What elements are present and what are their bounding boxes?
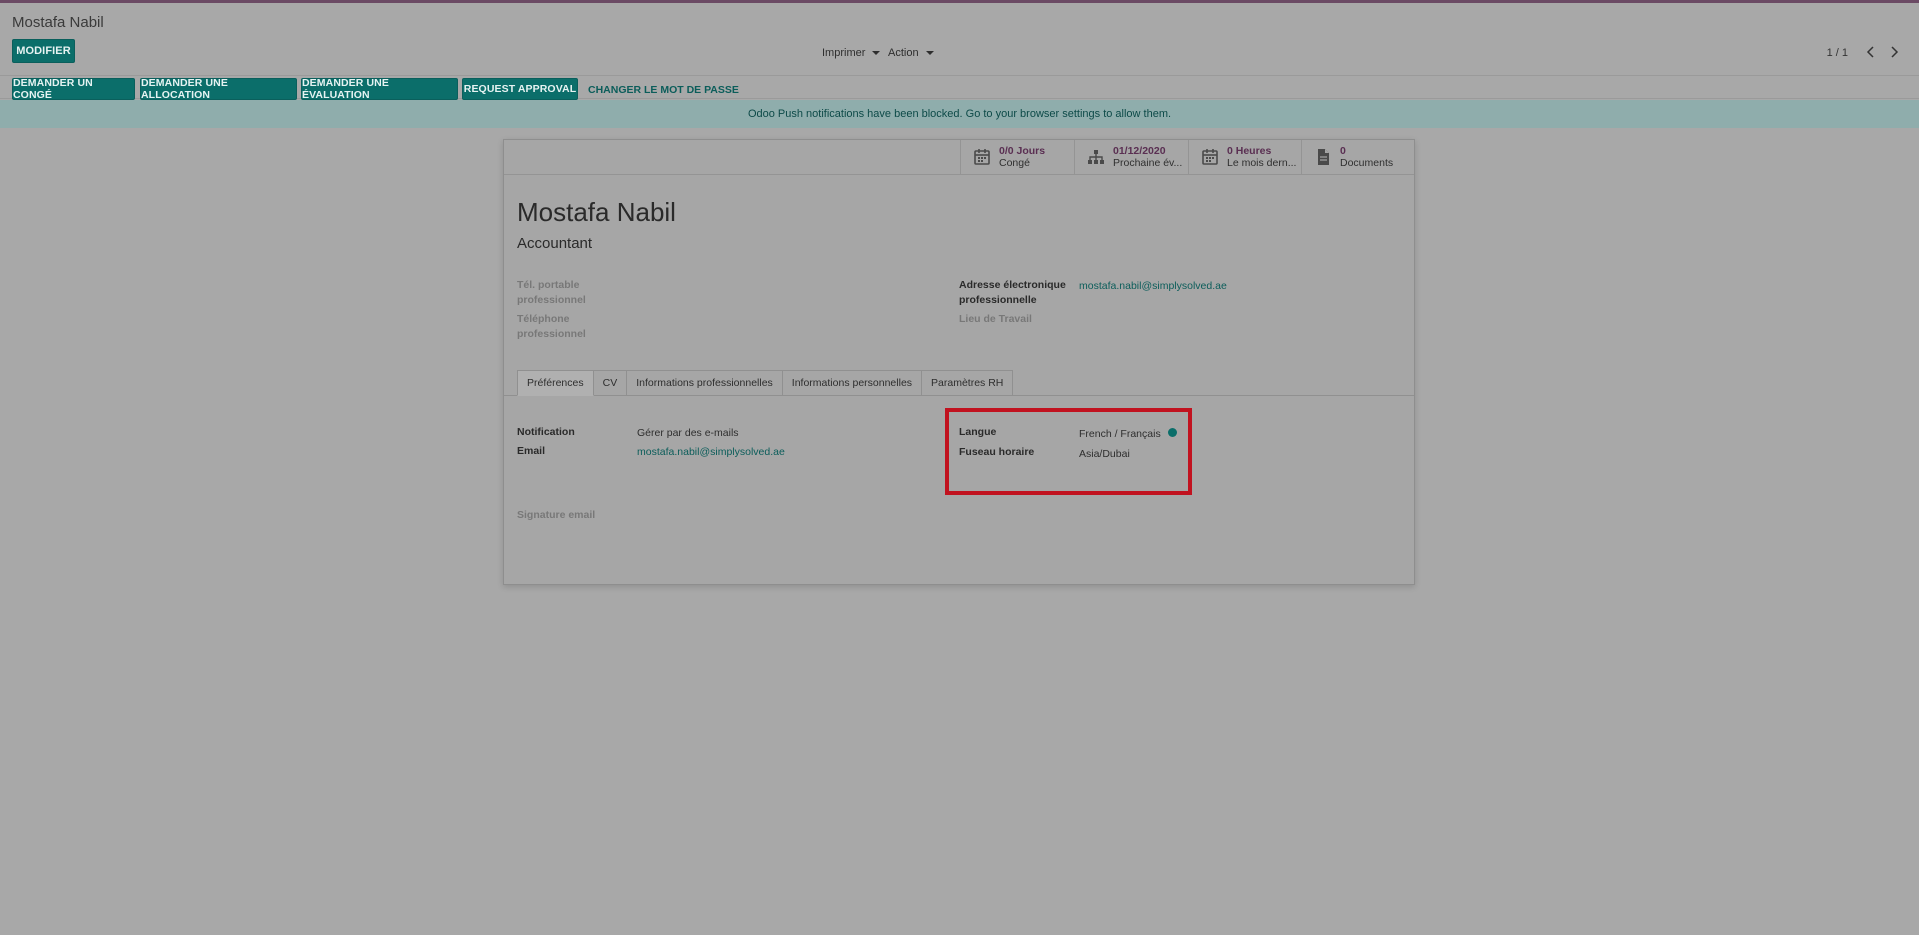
pager-value[interactable]: 1 / 1 [1827, 47, 1848, 59]
work-email-label-line1: Adresse électronique [959, 279, 1066, 291]
change-password-link[interactable]: CHANGER LE MOT DE PASSE [588, 84, 739, 96]
mobile-phone-label-line1: Tél. portable [517, 279, 580, 291]
breadcrumb: Mostafa Nabil [12, 14, 104, 31]
print-dropdown[interactable]: Imprimer [822, 47, 881, 59]
mobile-phone-label: Tél. portable professionnel [517, 278, 586, 308]
work-email-value[interactable]: mostafa.nabil@simplysolved.ae [1079, 280, 1227, 292]
work-phone-label-line2: professionnel [517, 328, 586, 340]
notification-value[interactable]: Gérer par des e-mails [637, 427, 739, 439]
action-dropdown[interactable]: Action [888, 47, 934, 59]
smart-button-hours[interactable]: 0 Heures Le mois dern... [1188, 140, 1301, 174]
header-statusbar: DEMANDER UN CONGÉ DEMANDER UNE ALLOCATIO… [0, 75, 1919, 103]
notification-label: Notification [517, 426, 575, 438]
work-phone-label-line1: Téléphone [517, 313, 570, 325]
chevron-left-icon [1866, 46, 1874, 58]
work-phone-label: Téléphone professionnel [517, 312, 586, 342]
tab-cv[interactable]: CV [593, 370, 628, 396]
previous-record-button[interactable] [1865, 45, 1877, 61]
calendar-icon [1202, 149, 1218, 165]
smart-button-label: Documents [1340, 157, 1394, 169]
request-approval-button[interactable]: REQUEST APPROVAL [462, 78, 578, 100]
work-location-label: Lieu de Travail [959, 313, 1032, 325]
employee-job-title: Accountant [517, 235, 593, 252]
smart-button-value: 0 Heures [1227, 145, 1272, 157]
chevron-right-icon [1891, 46, 1899, 58]
control-panel: Mostafa Nabil MODIFIER Imprimer Action 1… [0, 3, 1919, 101]
employee-name: Mostafa Nabil [517, 197, 676, 227]
smart-button-label: Prochaine év... [1113, 157, 1183, 169]
smart-button-documents[interactable]: 0 Documents [1301, 140, 1414, 174]
document-icon [1318, 149, 1329, 165]
smart-button-value: 0/0 Jours [999, 145, 1046, 157]
mobile-phone-label-line2: professionnel [517, 294, 586, 306]
smart-button-box: 0/0 Jours Congé 01/12/2020 Prochaine év.… [504, 140, 1414, 175]
request-allocation-button[interactable]: DEMANDER UNE ALLOCATION [140, 77, 297, 101]
tab-hr-settings[interactable]: Paramètres RH [922, 370, 1014, 396]
smart-button-value: 0 [1340, 145, 1346, 157]
caret-down-icon [925, 51, 934, 55]
smart-button-label: Le mois dern... [1227, 157, 1297, 169]
action-dropdown-label: Action [888, 47, 919, 59]
request-leave-button[interactable]: DEMANDER UN CONGÉ [12, 77, 135, 101]
request-appraisal-button[interactable]: DEMANDER UNE ÉVALUATION [301, 77, 458, 101]
employee-form-sheet: 0/0 Jours Congé 01/12/2020 Prochaine év.… [503, 139, 1415, 585]
next-record-button[interactable] [1888, 45, 1900, 61]
calendar-icon [974, 149, 990, 165]
email-label: Email [517, 445, 546, 457]
modifier-button[interactable]: MODIFIER [12, 39, 75, 63]
form-tabs: Préférences CV Informations professionne… [517, 370, 1014, 396]
work-email-label-line2: professionnelle [959, 294, 1037, 306]
sitemap-icon [1088, 150, 1104, 164]
smart-button-appraisal[interactable]: 01/12/2020 Prochaine év... [1074, 140, 1188, 174]
caret-down-icon [872, 51, 881, 55]
push-notification-alert: Odoo Push notifications have been blocke… [0, 100, 1919, 128]
tab-work-information[interactable]: Informations professionnelles [627, 370, 783, 396]
tab-preferences[interactable]: Préférences [517, 370, 594, 396]
work-email-label: Adresse électronique professionnelle [959, 278, 1066, 308]
print-dropdown-label: Imprimer [822, 47, 866, 59]
smart-button-label: Congé [999, 157, 1030, 169]
tab-private-information[interactable]: Informations personnelles [782, 370, 923, 396]
email-value[interactable]: mostafa.nabil@simplysolved.ae [637, 446, 785, 458]
highlight-box [945, 408, 1192, 495]
smart-button-leaves[interactable]: 0/0 Jours Congé [960, 140, 1074, 174]
signature-email-label: Signature email [517, 509, 596, 521]
smart-button-value: 01/12/2020 [1113, 145, 1166, 157]
